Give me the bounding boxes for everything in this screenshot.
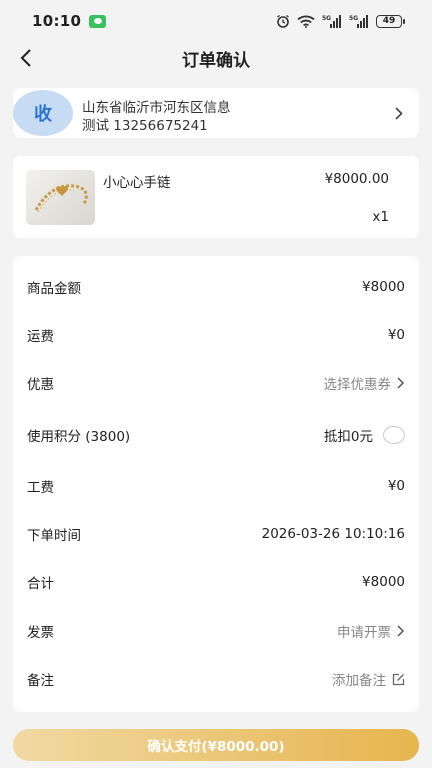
svg-text:5G: 5G <box>349 15 358 22</box>
signal-5g-icon: 5G <box>322 15 341 28</box>
total-row: 合计 ¥8000 <box>13 558 419 606</box>
svg-text:5G: 5G <box>322 15 331 22</box>
status-icons: 5G 5G 49 <box>276 14 405 28</box>
receiver-avatar: 收 <box>13 90 73 136</box>
signal-5g-icon-2: 5G <box>349 15 368 28</box>
shipping-value: ¥0 <box>387 327 405 343</box>
confirm-pay-button[interactable]: 确认支付(¥8000.00) <box>13 729 419 761</box>
invoice-row[interactable]: 发票 申请开票 <box>13 607 419 655</box>
goods-amount-label: 商品金额 <box>27 281 81 297</box>
chevron-right-icon <box>397 377 405 389</box>
address-card[interactable]: 收 山东省临沂市河东区信息 测试 13256675241 <box>13 88 419 138</box>
add-remark-text: 添加备注 <box>332 673 386 689</box>
points-row: 使用积分 (3800) 抵扣0元 <box>13 411 419 459</box>
labor-fee-value: ¥0 <box>387 478 405 494</box>
battery-level: 49 <box>382 16 396 26</box>
chevron-right-icon <box>393 105 405 121</box>
points-value: 抵扣0元 <box>324 425 405 445</box>
invoice-value: 申请开票 <box>337 621 405 641</box>
order-time-value: 2026-03-26 10:10:16 <box>261 526 405 542</box>
product-image <box>26 170 95 225</box>
status-bar: 10:10 5G 5G 49 <box>0 0 432 42</box>
goods-amount-row: 商品金额 ¥8000 <box>13 263 419 311</box>
points-label: 使用积分 (3800) <box>27 429 131 445</box>
labor-fee-row: 工费 ¥0 <box>13 462 419 510</box>
nav-bar: 订单确认 <box>0 42 432 74</box>
back-arrow-icon <box>20 49 31 67</box>
points-toggle[interactable] <box>383 426 405 444</box>
page-title: 订单确认 <box>182 50 250 71</box>
order-time-row: 下单时间 2026-03-26 10:10:16 <box>13 510 419 558</box>
receiver-contact: 测试 13256675241 <box>82 118 208 134</box>
select-coupon-text: 选择优惠券 <box>323 377 392 393</box>
labor-fee-label: 工费 <box>27 480 54 496</box>
wechat-notification-icon <box>89 14 107 28</box>
product-price: ¥8000.00 <box>324 171 389 187</box>
points-deduct-text: 抵扣0元 <box>323 429 373 445</box>
chevron-right-icon <box>397 625 405 637</box>
address-text: 山东省临沂市河东区信息 <box>82 100 231 116</box>
alarm-icon <box>277 14 289 28</box>
remark-row[interactable]: 备注 添加备注 <box>13 655 419 703</box>
order-time-label: 下单时间 <box>27 528 81 544</box>
discount-label: 优惠 <box>27 377 54 393</box>
discount-row[interactable]: 优惠 选择优惠券 <box>13 359 419 407</box>
remark-value: 添加备注 <box>332 669 405 689</box>
order-detail-card: 商品金额 ¥8000 运费 ¥0 优惠 选择优惠券 使用积分 (3800) 抵扣… <box>13 256 419 712</box>
shipping-label: 运费 <box>27 329 54 345</box>
edit-icon <box>392 673 405 685</box>
goods-amount-value: ¥8000 <box>362 279 405 295</box>
apply-invoice-text: 申请开票 <box>337 625 391 641</box>
total-value: ¥8000 <box>362 574 405 590</box>
shipping-row: 运费 ¥0 <box>13 311 419 359</box>
product-name: 小心心手链 <box>103 175 171 191</box>
battery-icon: 49 <box>376 14 405 28</box>
total-label: 合计 <box>27 576 54 592</box>
product-quantity: x1 <box>372 209 389 225</box>
status-time: 10:10 <box>32 12 82 30</box>
discount-value: 选择优惠券 <box>324 373 406 393</box>
back-button[interactable] <box>14 46 38 70</box>
product-card: 小心心手链 ¥8000.00 x1 <box>13 156 419 238</box>
wifi-icon <box>297 15 315 28</box>
invoice-label: 发票 <box>27 625 54 641</box>
remark-label: 备注 <box>27 673 54 689</box>
